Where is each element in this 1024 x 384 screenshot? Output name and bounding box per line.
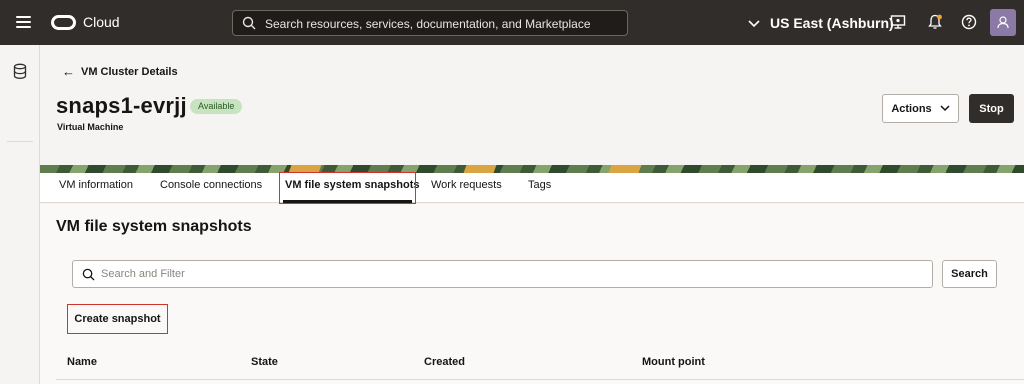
monitor-icon[interactable]: [889, 13, 907, 31]
global-search-input[interactable]: Search resources, services, documentatio…: [232, 10, 628, 36]
actions-label: Actions: [891, 102, 932, 115]
tab-bar: VM information Console connections VM fi…: [40, 173, 1024, 203]
create-snapshot-button[interactable]: Create snapshot: [67, 304, 168, 334]
left-rail: [0, 45, 40, 384]
search-filter-input[interactable]: Search and Filter: [72, 260, 933, 288]
database-icon[interactable]: [12, 63, 28, 80]
bell-icon[interactable]: [926, 13, 944, 31]
section-title: VM file system snapshots: [56, 218, 252, 235]
search-placeholder: Search resources, services, documentatio…: [265, 17, 591, 31]
user-avatar[interactable]: [990, 9, 1016, 36]
search-icon: [82, 268, 95, 281]
banner-accent: [608, 165, 642, 173]
arrow-left-icon: ←: [62, 64, 75, 79]
region-selector[interactable]: US East (Ashburn): [748, 15, 894, 31]
column-header-created[interactable]: Created: [424, 356, 465, 368]
tab-console-connections[interactable]: Console connections: [160, 179, 262, 191]
page-title: snaps1-evrjj: [56, 93, 187, 118]
tab-work-requests[interactable]: Work requests: [431, 179, 502, 191]
stop-button[interactable]: Stop: [969, 94, 1014, 123]
search-icon: [242, 16, 256, 30]
status-badge: Available: [190, 99, 243, 114]
back-label: VM Cluster Details: [81, 65, 178, 78]
actions-button[interactable]: Actions: [882, 94, 959, 123]
oracle-logo-icon[interactable]: [51, 15, 76, 30]
highlight-box: [279, 172, 416, 204]
brand-label[interactable]: Cloud: [83, 14, 120, 30]
column-header-mount-point[interactable]: Mount point: [642, 356, 705, 368]
table-divider: [56, 379, 1024, 380]
chevron-down-icon: [940, 105, 950, 112]
tab-vm-information[interactable]: VM information: [59, 179, 133, 191]
region-label: US East (Ashburn): [770, 15, 894, 31]
back-link[interactable]: ← VM Cluster Details: [62, 64, 178, 79]
page-subtitle: Virtual Machine: [57, 122, 124, 132]
rail-divider: [7, 141, 33, 142]
help-icon[interactable]: [960, 13, 978, 31]
banner-accent: [463, 165, 497, 173]
search-button[interactable]: Search: [942, 260, 997, 288]
column-header-state[interactable]: State: [251, 356, 278, 368]
tab-tags[interactable]: Tags: [528, 179, 551, 191]
menu-icon[interactable]: [16, 16, 31, 29]
top-navigation-bar: Cloud Search resources, services, docume…: [0, 0, 1024, 45]
chevron-down-icon: [748, 20, 760, 28]
column-header-name[interactable]: Name: [67, 356, 97, 368]
user-icon: [997, 16, 1009, 29]
filter-placeholder: Search and Filter: [101, 268, 185, 280]
decorative-banner: [40, 165, 1024, 173]
